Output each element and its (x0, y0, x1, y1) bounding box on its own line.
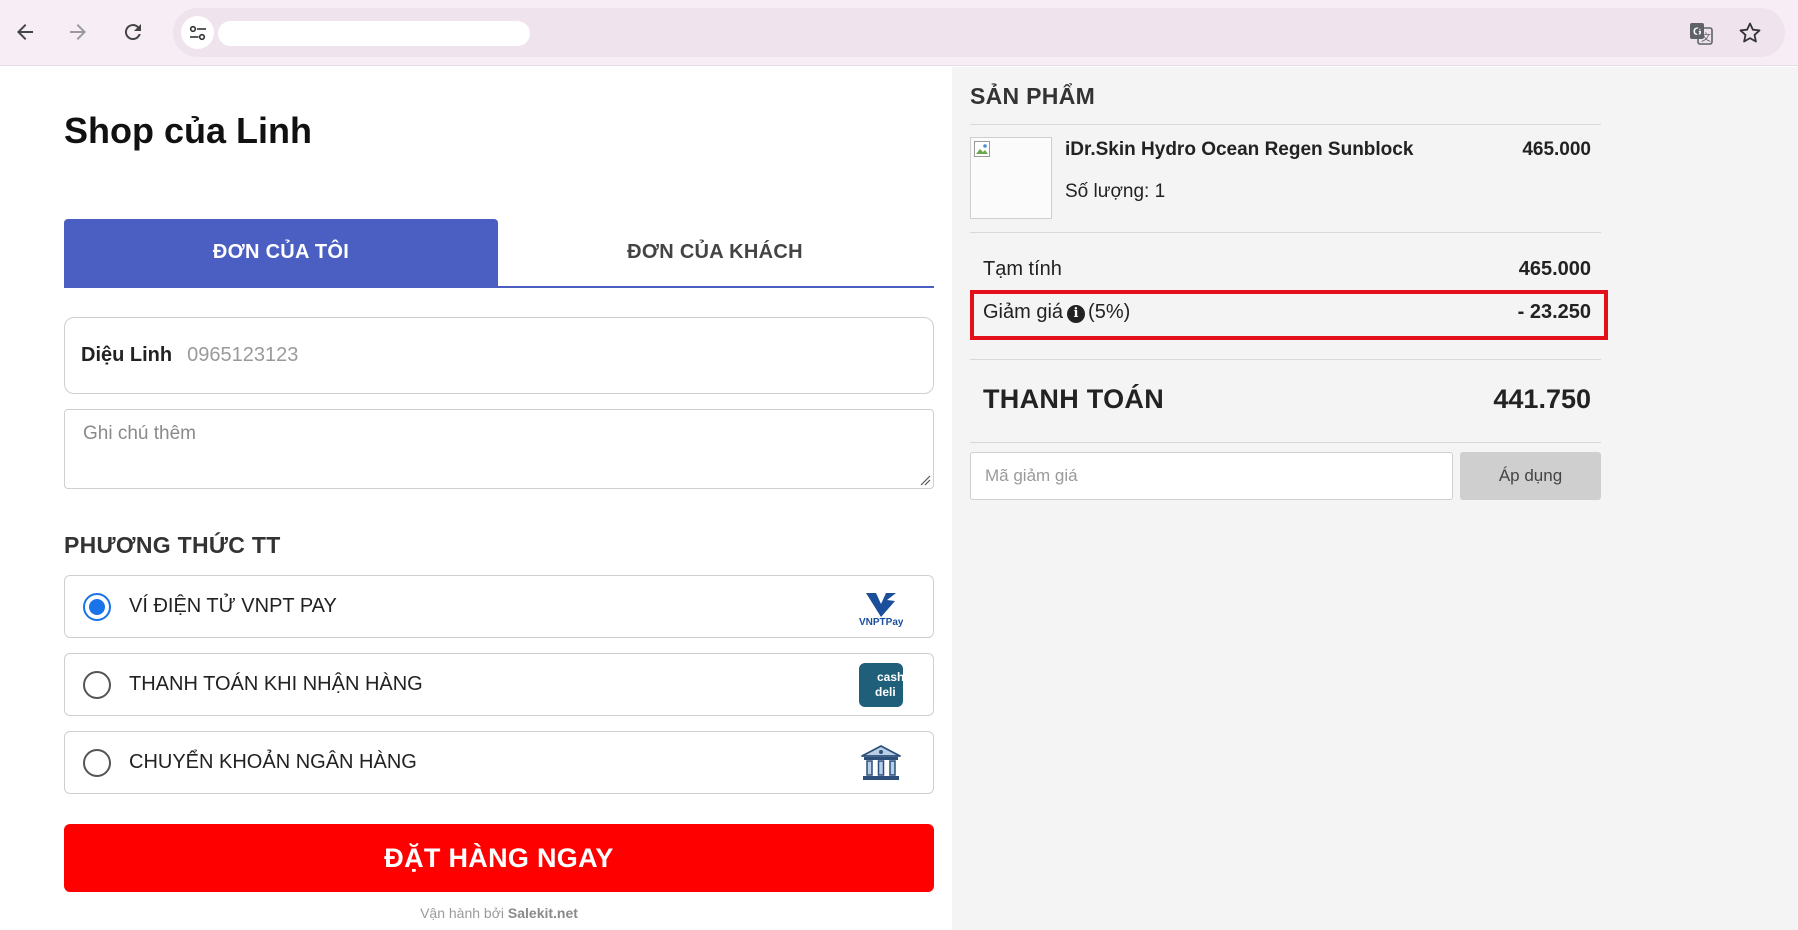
back-button[interactable] (6, 13, 44, 51)
discount-percent: (5%) (1088, 301, 1131, 323)
arrow-right-icon (70, 24, 86, 40)
total-label: THANH TOÁN (983, 384, 1164, 414)
note-placeholder: Ghi chú thêm (83, 423, 196, 444)
cash-on-delivery-icon: cash deli (859, 663, 903, 707)
customer-phone: 0965123123 (187, 344, 299, 366)
customer-info-field[interactable]: Diệu Linh 0965123123 (64, 317, 934, 394)
product-name: iDr.Skin Hydro Ocean Regen Sunblock (1065, 139, 1414, 160)
powered-by-prefix: Vận hành bởi (420, 905, 504, 921)
tab-my-order[interactable]: ĐƠN CỦA TÔI (64, 219, 498, 286)
customer-name: Diệu Linh (81, 344, 173, 366)
payment-option-label: CHUYỂN KHOẢN NGÂN HÀNG (129, 751, 417, 773)
svg-text:文: 文 (1701, 31, 1711, 44)
svg-text:deli: deli (875, 685, 896, 699)
radio-bank-transfer[interactable] (83, 749, 111, 777)
resize-grip-icon[interactable] (919, 474, 931, 486)
arrow-left-icon (17, 24, 33, 40)
divider (970, 232, 1601, 233)
tune-icon (189, 25, 206, 40)
tab-customer-order[interactable]: ĐƠN CỦA KHÁCH (498, 219, 932, 286)
divider (970, 359, 1601, 360)
product-quantity: Số lượng: 1 (1065, 181, 1166, 202)
coupon-input[interactable]: Mã giảm giá (970, 452, 1453, 500)
divider (970, 124, 1601, 125)
vnpt-pay-logo-text: VNPTPay (859, 617, 903, 627)
radio-vnpt-pay[interactable] (83, 593, 111, 621)
shop-title: Shop của Linh (64, 110, 312, 151)
address-bar[interactable]: G 文 (173, 8, 1785, 57)
broken-image-icon (974, 141, 990, 157)
note-textarea[interactable]: Ghi chú thêm (64, 409, 934, 489)
order-tabs: ĐƠN CỦA TÔI ĐƠN CỦA KHÁCH (64, 219, 934, 288)
product-price: 465.000 (1522, 139, 1591, 160)
subtotal-label: Tạm tính (983, 258, 1062, 280)
payment-option-vnpt-pay[interactable]: VÍ ĐIỆN TỬ VNPT PAY VNPTPay (64, 575, 934, 638)
browser-toolbar: G 文 (0, 0, 1798, 66)
translate-icon: G 文 (1690, 23, 1713, 45)
forward-button[interactable] (59, 13, 97, 51)
discount-value: - 23.250 (1517, 301, 1591, 323)
divider (970, 442, 1601, 443)
vnpt-pay-logo-icon: VNPTPay (859, 593, 903, 627)
total-value: 441.750 (1493, 384, 1591, 414)
order-summary-panel: SẢN PHẨM iDr.Skin Hydro Ocean Regen Sunb… (952, 67, 1798, 930)
subtotal-value: 465.000 (1518, 258, 1591, 280)
apply-coupon-button[interactable]: Áp dụng (1460, 452, 1601, 500)
products-heading: SẢN PHẨM (970, 83, 1096, 109)
star-icon (1739, 22, 1761, 43)
url-text[interactable] (218, 21, 530, 46)
coupon-placeholder: Mã giảm giá (985, 466, 1078, 485)
discount-row-label: Giảm giá i (5%) (983, 301, 1130, 324)
translate-button[interactable]: G 文 (1686, 18, 1716, 48)
checkout-form-panel: Shop của Linh ĐƠN CỦA TÔI ĐƠN CỦA KHÁCH … (0, 67, 952, 930)
bookmark-button[interactable] (1735, 18, 1765, 48)
svg-text:cash: cash (877, 670, 903, 684)
payment-option-label: VÍ ĐIỆN TỬ VNPT PAY (129, 595, 337, 617)
reload-icon (124, 24, 141, 41)
payment-option-cod[interactable]: THANH TOÁN KHI NHẬN HÀNG cash deli (64, 653, 934, 716)
product-thumbnail (970, 137, 1052, 219)
bank-icon (861, 745, 901, 780)
payment-option-bank-transfer[interactable]: CHUYỂN KHOẢN NGÂN HÀNG (64, 731, 934, 794)
reload-button[interactable] (114, 13, 152, 51)
site-info-button[interactable] (181, 16, 214, 49)
info-icon[interactable]: i (1067, 305, 1086, 323)
place-order-button[interactable]: ĐẶT HÀNG NGAY (64, 824, 934, 892)
radio-cod[interactable] (83, 671, 111, 699)
payment-heading: PHƯƠNG THỨC TT (64, 532, 281, 558)
discount-label: Giảm giá (983, 301, 1064, 323)
payment-option-label: THANH TOÁN KHI NHẬN HÀNG (129, 673, 423, 695)
powered-by-brand[interactable]: Salekit.net (508, 905, 578, 921)
powered-by: Vận hành bởi Salekit.net (0, 905, 998, 921)
